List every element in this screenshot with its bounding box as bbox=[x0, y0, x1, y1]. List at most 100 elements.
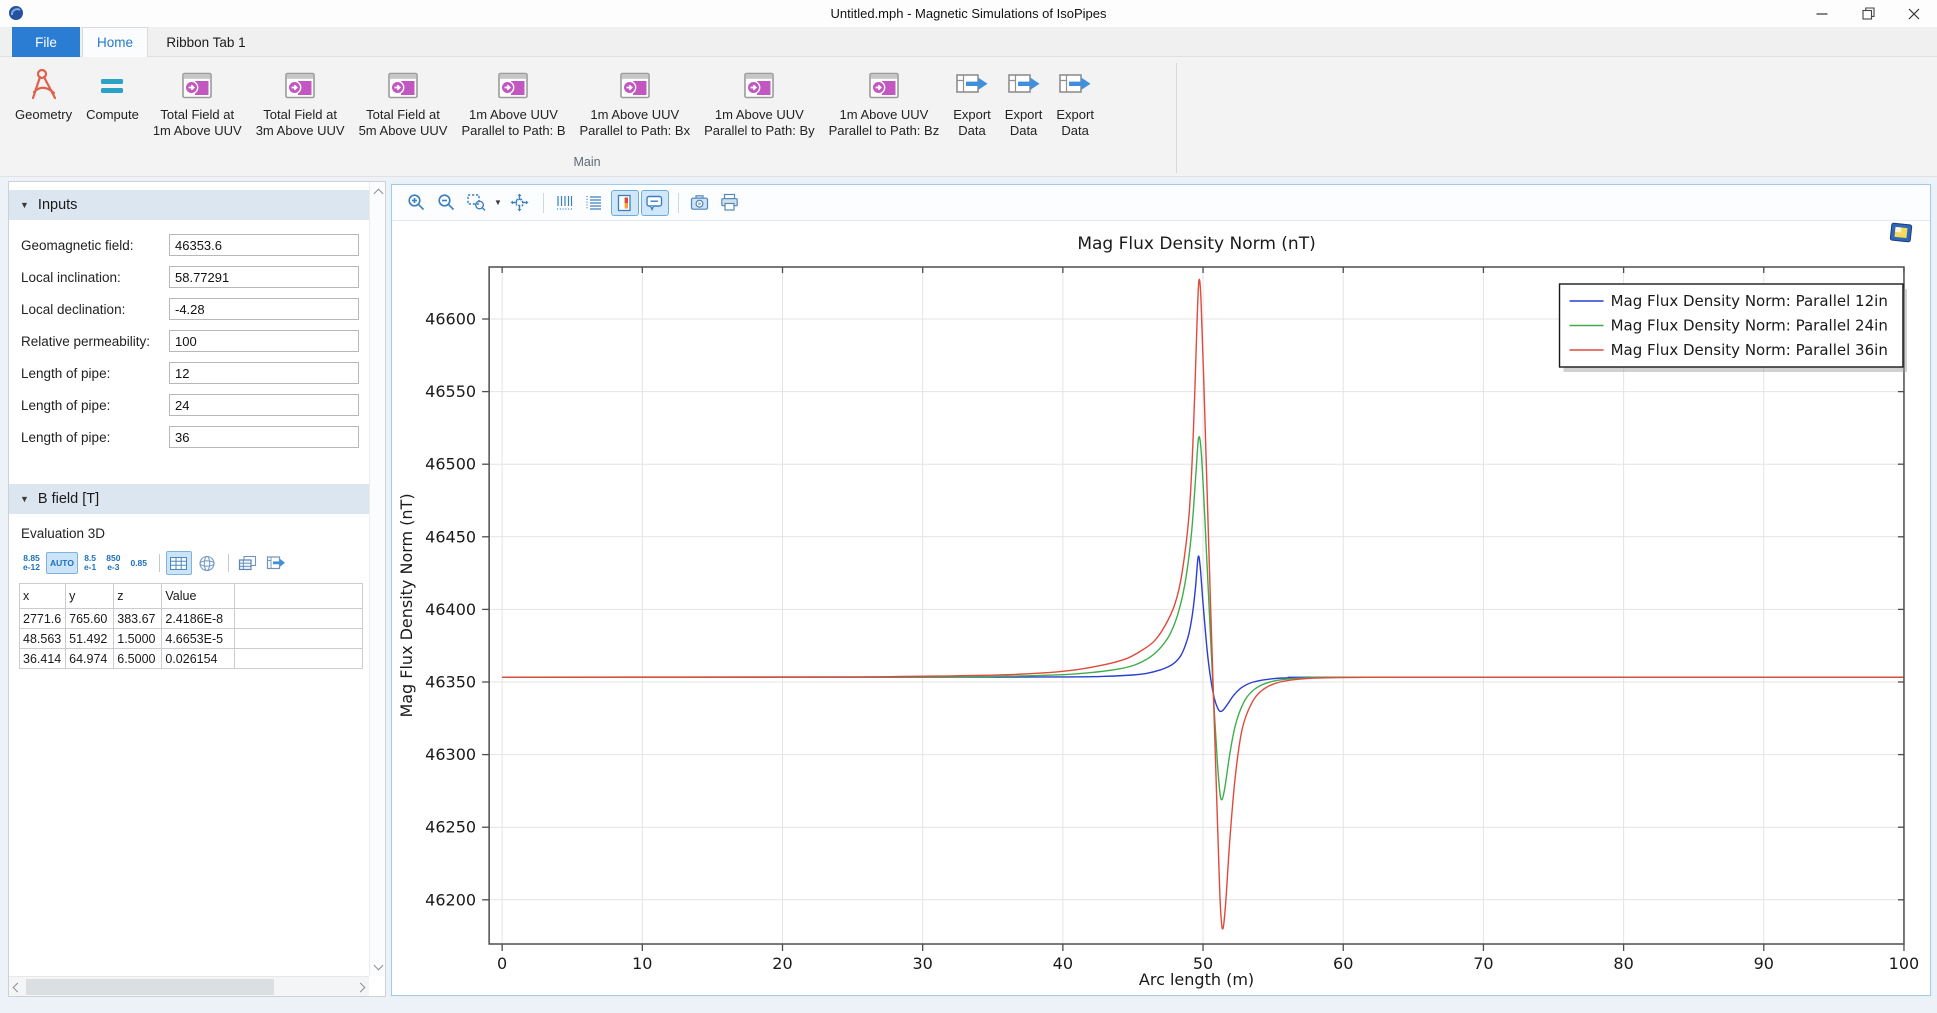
tab-file[interactable]: File bbox=[12, 27, 80, 57]
color-legend-button[interactable] bbox=[611, 190, 639, 216]
table-cell[interactable]: 765.60 bbox=[66, 609, 114, 629]
input-length-of-pipe-12[interactable] bbox=[169, 362, 359, 384]
precision-button-8-85e-12[interactable]: 8.85e-12 bbox=[19, 552, 44, 574]
chart-legend: Mag Flux Density Norm: Parallel 12inMag … bbox=[1560, 284, 1907, 372]
plot-window-icon bbox=[498, 72, 528, 99]
plot-canvas[interactable]: 0102030405060708090100462004625046300463… bbox=[392, 221, 1930, 995]
horizontal-scrollbar-thumb[interactable] bbox=[26, 979, 274, 995]
ribbon-button-label: Data bbox=[1010, 123, 1037, 139]
zoom-box-dropdown-icon[interactable]: ▼ bbox=[494, 198, 502, 207]
table-cell[interactable]: 2771.6 bbox=[20, 609, 66, 629]
sphere-view-button[interactable] bbox=[194, 551, 220, 575]
input-row: Local inclination: bbox=[21, 266, 359, 288]
zoom-box-button[interactable] bbox=[462, 190, 490, 216]
precision-button-850e-3[interactable]: 850e-3 bbox=[102, 552, 124, 574]
table-cell[interactable]: 383.67 bbox=[114, 609, 162, 629]
ribbon-button-1m-above-uuv-parallel-to-path-b[interactable]: 1m Above UUVParallel to Path: B bbox=[454, 60, 572, 141]
scroll-right-icon[interactable] bbox=[352, 979, 368, 995]
table-header-y[interactable]: y bbox=[66, 584, 114, 609]
table-cell[interactable]: 4.6653E-5 bbox=[162, 629, 234, 649]
zoom-out-button[interactable] bbox=[432, 190, 460, 216]
table-cell[interactable]: 1.5000 bbox=[114, 629, 162, 649]
input-length-of-pipe-24[interactable] bbox=[169, 394, 359, 416]
input-local-inclination[interactable] bbox=[169, 266, 359, 288]
zoom-in-button[interactable] bbox=[402, 190, 430, 216]
window-title: Untitled.mph - Magnetic Simulations of I… bbox=[0, 0, 1937, 27]
zoom-extents-button[interactable] bbox=[506, 190, 534, 216]
ribbon-button-total-field-at-1m-above-uuv[interactable]: Total Field at1m Above UUV bbox=[146, 60, 249, 141]
table-header-z[interactable]: z bbox=[114, 584, 162, 609]
plot-tooltip-button[interactable] bbox=[641, 190, 669, 216]
x-axis-data-button[interactable] bbox=[551, 190, 579, 216]
table-cell[interactable]: 2.4186E-8 bbox=[162, 609, 234, 629]
ribbon-button-label: Total Field at bbox=[366, 107, 440, 123]
input-length-of-pipe-36[interactable] bbox=[169, 426, 359, 448]
inputs-section-header[interactable]: ▼ Inputs bbox=[9, 190, 369, 220]
table-header-value[interactable]: Value bbox=[162, 584, 234, 609]
table-cell[interactable]: 36.414 bbox=[20, 649, 66, 669]
ribbon-button-label: Geometry bbox=[15, 107, 72, 123]
ribbon-button-export-data-2[interactable]: ExportData bbox=[998, 60, 1050, 141]
precision-label: e-1 bbox=[84, 563, 96, 572]
scroll-down-icon[interactable] bbox=[370, 957, 386, 973]
ribbon-button-export-data-1[interactable]: ExportData bbox=[946, 60, 998, 141]
graphics-panel: ▼ 01020304050607080901004620046250463004… bbox=[391, 184, 1931, 996]
ribbon-button-total-field-at-5m-above-uuv[interactable]: Total Field at5m Above UUV bbox=[352, 60, 455, 141]
scroll-left-icon[interactable] bbox=[9, 979, 25, 995]
table-cell[interactable]: 51.492 bbox=[66, 629, 114, 649]
table-view-button[interactable] bbox=[166, 551, 192, 575]
input-row: Geomagnetic field: bbox=[21, 234, 359, 256]
table-cell[interactable]: 6.5000 bbox=[114, 649, 162, 669]
camera-icon bbox=[690, 193, 709, 212]
scroll-up-icon[interactable] bbox=[370, 185, 386, 201]
precision-button-auto[interactable]: AUTO bbox=[46, 552, 78, 574]
table-header-x[interactable]: x bbox=[20, 584, 66, 609]
close-button[interactable] bbox=[1891, 0, 1937, 27]
input-relative-permeability[interactable] bbox=[169, 330, 359, 352]
zoom-box-icon bbox=[467, 193, 486, 212]
toolbar-separator bbox=[543, 193, 544, 213]
input-local-declination[interactable] bbox=[169, 298, 359, 320]
legend-entry: Mag Flux Density Norm: Parallel 12in bbox=[1611, 292, 1888, 310]
ribbon-button-1m-above-uuv-parallel-to-path-bx[interactable]: 1m Above UUVParallel to Path: Bx bbox=[573, 60, 698, 141]
tab-ribbon-tab-1[interactable]: Ribbon Tab 1 bbox=[150, 27, 262, 57]
image-snapshot-button[interactable] bbox=[686, 190, 714, 216]
export-table-button[interactable] bbox=[263, 551, 289, 575]
input-row: Relative permeability: bbox=[21, 330, 359, 352]
zoom-out-icon bbox=[437, 193, 456, 212]
ribbon-button-label: 1m Above UUV bbox=[590, 107, 679, 123]
print-button[interactable] bbox=[716, 190, 744, 216]
field-label-relative-permeability: Relative permeability: bbox=[21, 334, 169, 349]
table-cell[interactable]: 64.974 bbox=[66, 649, 114, 669]
ribbon-button-1m-above-uuv-parallel-to-path-bz[interactable]: 1m Above UUVParallel to Path: Bz bbox=[822, 60, 947, 141]
precision-button-8-5e-1[interactable]: 8.5e-1 bbox=[80, 552, 100, 574]
ribbon-button-1m-above-uuv-parallel-to-path-by[interactable]: 1m Above UUVParallel to Path: By bbox=[697, 60, 822, 141]
input-geomagnetic-field[interactable] bbox=[169, 234, 359, 256]
ribbon-button-export-data-3[interactable]: ExportData bbox=[1049, 60, 1101, 141]
y-axis-data-button[interactable] bbox=[581, 190, 609, 216]
table-cell[interactable] bbox=[234, 629, 362, 649]
restore-button[interactable] bbox=[1845, 0, 1891, 27]
minimize-button[interactable] bbox=[1799, 0, 1845, 27]
table-cell[interactable]: 48.563 bbox=[20, 629, 66, 649]
ribbon-button-compute[interactable]: Compute bbox=[79, 60, 146, 125]
table-header-empty[interactable] bbox=[234, 584, 362, 609]
precision-button-0-85[interactable]: 0.85 bbox=[126, 552, 151, 574]
bfield-section-header[interactable]: ▼ B field [T] bbox=[9, 484, 369, 514]
plot-tooltip-icon bbox=[645, 194, 664, 212]
tab-home[interactable]: Home bbox=[82, 27, 148, 57]
collapse-triangle-icon: ▼ bbox=[20, 200, 29, 210]
copy-table-button[interactable] bbox=[235, 551, 261, 575]
plot-area[interactable]: 0102030405060708090100462004625046300463… bbox=[392, 221, 1930, 995]
ribbon-button-geometry[interactable]: Geometry bbox=[8, 60, 79, 125]
table-cell[interactable] bbox=[234, 649, 362, 669]
x-tick-label: 100 bbox=[1889, 954, 1920, 973]
table-cell[interactable] bbox=[234, 609, 362, 629]
ribbon-button-total-field-at-3m-above-uuv[interactable]: Total Field at3m Above UUV bbox=[249, 60, 352, 141]
table-cell[interactable]: 0.026154 bbox=[162, 649, 234, 669]
x-tick-label: 70 bbox=[1473, 954, 1493, 973]
x-tick-label: 80 bbox=[1613, 954, 1633, 973]
horizontal-scrollbar[interactable] bbox=[9, 976, 369, 996]
vertical-scrollbar[interactable] bbox=[369, 182, 385, 976]
plot-window-icon bbox=[285, 72, 315, 99]
